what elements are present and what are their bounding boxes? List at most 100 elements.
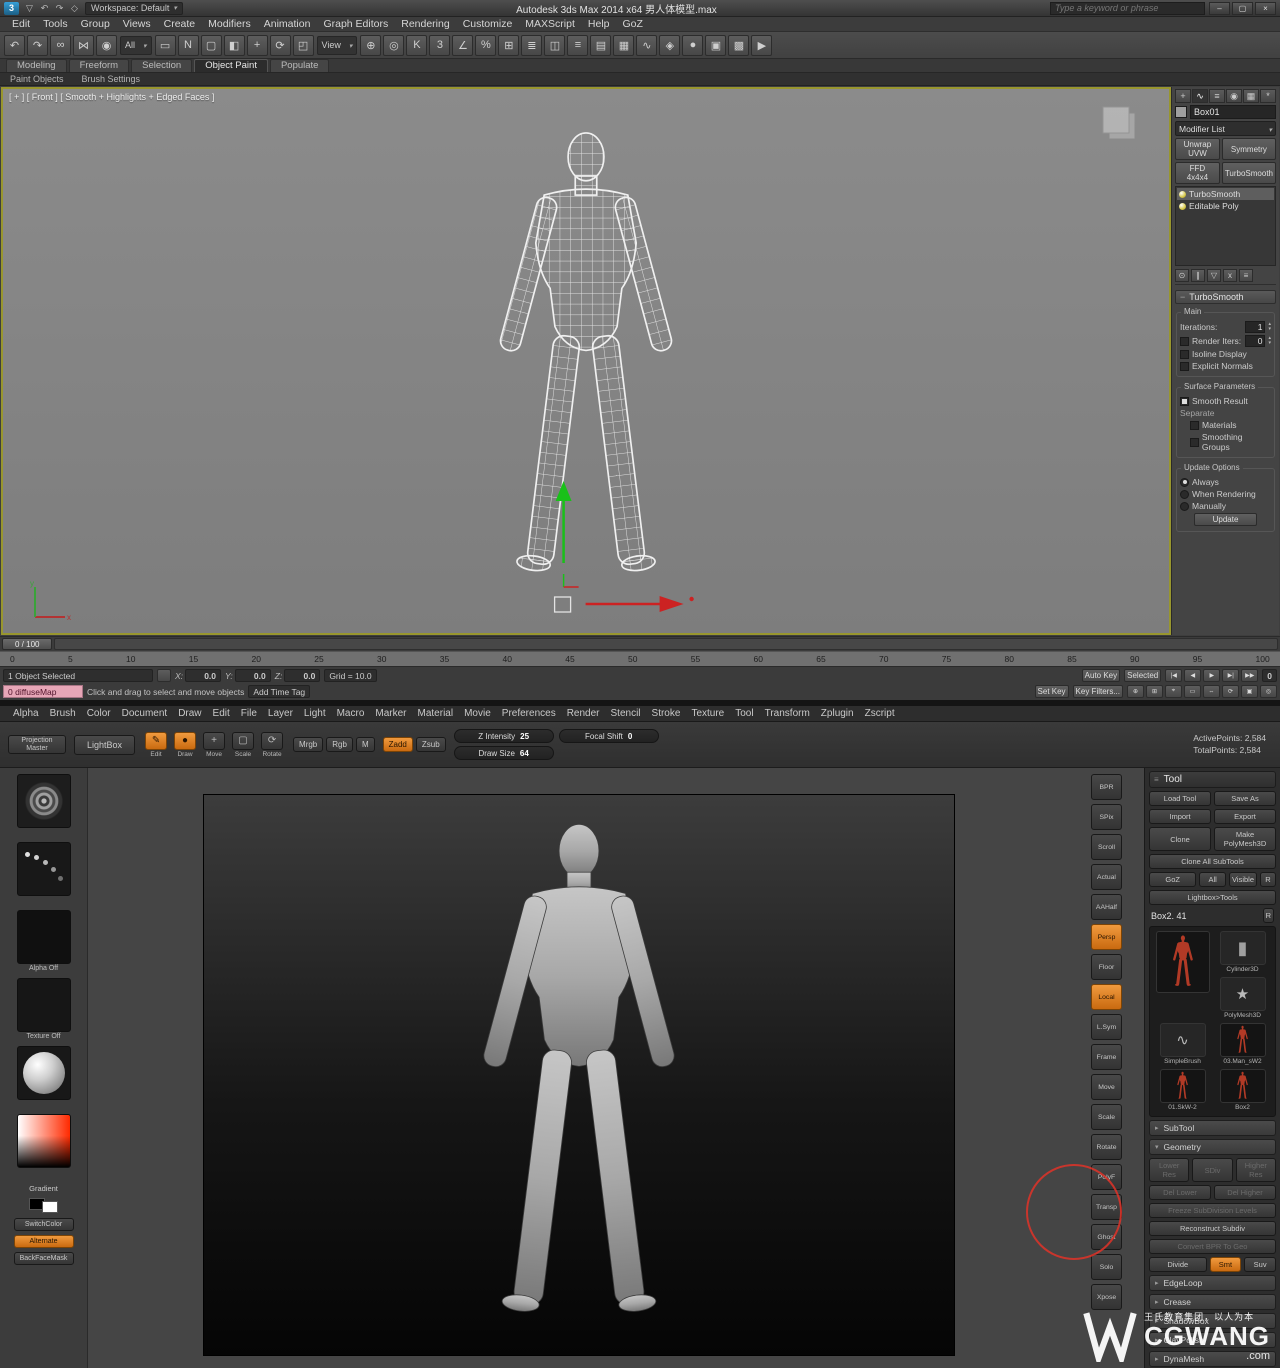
auto-key-button[interactable]: Auto Key: [1081, 669, 1121, 682]
rectangular-selection-region-icon[interactable]: ▢: [200, 34, 222, 56]
menu-item[interactable]: Edit: [208, 708, 235, 719]
freeze-subdivision-button[interactable]: Freeze SubDivision Levels: [1149, 1203, 1276, 1218]
zsub-button[interactable]: Zsub: [415, 737, 446, 752]
brush-thumbnail[interactable]: [16, 774, 71, 838]
menu-item[interactable]: GoZ: [617, 18, 649, 30]
add-time-tag[interactable]: Add Time Tag: [248, 685, 311, 698]
show-end-result-icon[interactable]: ∥: [1191, 269, 1205, 282]
actual-size-button[interactable]: Actual: [1091, 864, 1122, 890]
z-intensity-slider[interactable]: Z Intensity 25: [453, 729, 554, 743]
snaps-toggle-icon[interactable]: 3: [429, 34, 451, 56]
convert-bpr-button[interactable]: Convert BPR To Geo: [1149, 1239, 1276, 1254]
save-icon[interactable]: ▽: [23, 3, 36, 14]
backface-mask-button[interactable]: BackFaceMask: [13, 1252, 74, 1265]
menu-item[interactable]: Zplugin: [816, 708, 859, 719]
ribbon-tab[interactable]: Modeling: [6, 59, 67, 72]
tool-thumbnail[interactable]: ∿ SimpleBrush: [1154, 1023, 1211, 1066]
menu-item[interactable]: Alpha: [8, 708, 44, 719]
zoom-icon[interactable]: ⊕: [1127, 685, 1144, 698]
zoom-all-icon[interactable]: ⊞: [1146, 685, 1163, 698]
xpose-button[interactable]: Xpose: [1091, 1284, 1122, 1310]
bind-to-space-warp-icon[interactable]: ◉: [96, 34, 117, 56]
modify-tab-icon[interactable]: ∿: [1192, 89, 1208, 103]
menu-item[interactable]: Light: [299, 708, 331, 719]
edit-mode-button[interactable]: ✎ Edit: [143, 731, 169, 758]
geometry-section-header[interactable]: Geometry: [1149, 1139, 1276, 1155]
make-polymesh3d-button[interactable]: Make PolyMesh3D: [1214, 827, 1276, 851]
goz-all-button[interactable]: All: [1199, 872, 1227, 887]
modifier-stack[interactable]: TurboSmooth Editable Poly: [1175, 186, 1276, 266]
menu-item[interactable]: Customize: [457, 18, 519, 30]
move-3d-button[interactable]: Move: [1091, 1074, 1122, 1100]
select-and-scale-icon[interactable]: ◰: [292, 34, 314, 56]
close-button[interactable]: ×: [1255, 1, 1276, 15]
turbosmooth-rollout-header[interactable]: TurboSmooth: [1175, 290, 1276, 304]
ribbon-toggle-icon[interactable]: ▦: [613, 34, 635, 56]
selection-set-dropdown[interactable]: Selected: [1124, 669, 1162, 682]
menu-item[interactable]: Modifiers: [202, 18, 257, 30]
solo-button[interactable]: Solo: [1091, 1254, 1122, 1280]
r-button[interactable]: R: [1260, 872, 1276, 887]
search-input[interactable]: [1050, 1, 1205, 15]
zoom-extents-icon[interactable]: ⌖: [1165, 685, 1182, 698]
make-unique-icon[interactable]: ▽: [1207, 269, 1221, 282]
export-button[interactable]: Export: [1214, 809, 1276, 824]
secondary-color-swatch[interactable]: [42, 1201, 58, 1213]
ribbon-subtab[interactable]: Brush Settings: [82, 74, 141, 84]
sdiv-slider[interactable]: SDiv: [1192, 1158, 1233, 1182]
smt-toggle[interactable]: Smt: [1209, 1257, 1242, 1272]
field-of-view-icon[interactable]: ◎: [1260, 685, 1277, 698]
modifier-enable-icon[interactable]: [1179, 190, 1186, 198]
render-setup-icon[interactable]: ▣: [705, 34, 727, 56]
goz-visible-button[interactable]: Visible: [1229, 872, 1257, 887]
menu-item[interactable]: Document: [117, 708, 173, 719]
time-slider[interactable]: 0 / 100: [0, 636, 1280, 651]
select-and-manipulate-icon[interactable]: ◎: [383, 34, 405, 56]
always-radio[interactable]: [1180, 477, 1189, 487]
goz-button[interactable]: GoZ: [1149, 872, 1197, 887]
rotate-3d-button[interactable]: Rotate: [1091, 1134, 1122, 1160]
menu-item[interactable]: Layer: [263, 708, 298, 719]
import-button[interactable]: Import: [1149, 809, 1211, 824]
material-editor-icon[interactable]: ●: [682, 34, 704, 56]
modifier-list-dropdown[interactable]: Modifier List: [1175, 121, 1276, 136]
persp-button[interactable]: Persp: [1091, 924, 1122, 950]
render-iters-spinner[interactable]: [1268, 336, 1271, 346]
undo-icon[interactable]: ↶: [4, 34, 25, 56]
tool-thumbnail[interactable]: 03.Man_sW2: [1214, 1023, 1271, 1066]
angle-snap-icon[interactable]: ∠: [452, 34, 474, 56]
menu-item[interactable]: Brush: [45, 708, 81, 719]
minimize-button[interactable]: –: [1209, 1, 1230, 15]
menu-item[interactable]: Help: [582, 18, 616, 30]
menu-item[interactable]: Tools: [37, 18, 74, 30]
undo-quick-icon[interactable]: ↶: [38, 3, 51, 14]
iterations-spinner[interactable]: [1268, 322, 1271, 332]
menu-item[interactable]: Edit: [6, 18, 36, 30]
object-name-field[interactable]: [1190, 105, 1276, 119]
use-pivot-point-icon[interactable]: ⊕: [360, 34, 382, 56]
tool-palette-header[interactable]: Tool: [1149, 771, 1276, 788]
reference-coordinate-dropdown[interactable]: View: [316, 35, 358, 55]
projection-master-button[interactable]: Projection Master: [8, 734, 66, 755]
menu-item[interactable]: Zscript: [860, 708, 900, 719]
selection-filter-dropdown[interactable]: All: [120, 35, 152, 55]
redo-quick-icon[interactable]: ↷: [53, 3, 66, 14]
x-coordinate-field[interactable]: 0.0: [185, 669, 222, 682]
unlink-selection-icon[interactable]: ⋈: [73, 34, 94, 56]
ribbon-subtab[interactable]: Paint Objects: [10, 74, 64, 84]
menu-item[interactable]: Texture: [686, 708, 729, 719]
tool-thumbnail[interactable]: ▮ Cylinder3D: [1214, 931, 1271, 974]
previous-frame-icon[interactable]: ◀: [1184, 669, 1202, 682]
del-lower-button[interactable]: Del Lower: [1149, 1185, 1211, 1200]
menu-item[interactable]: Create: [158, 18, 202, 30]
floor-button[interactable]: Floor: [1091, 954, 1122, 980]
move-gizmo[interactable]: [494, 471, 704, 621]
menu-item[interactable]: File: [236, 708, 262, 719]
display-tab-icon[interactable]: ▦: [1243, 89, 1259, 103]
gradient-label[interactable]: Gradient: [29, 1184, 58, 1193]
maximize-button[interactable]: ▢: [1232, 1, 1253, 15]
focal-shift-slider[interactable]: Focal Shift 0: [558, 729, 659, 743]
frame-button[interactable]: Frame: [1091, 1044, 1122, 1070]
material-thumbnail[interactable]: [16, 1046, 71, 1110]
modifier-set-button[interactable]: Symmetry: [1221, 138, 1276, 160]
